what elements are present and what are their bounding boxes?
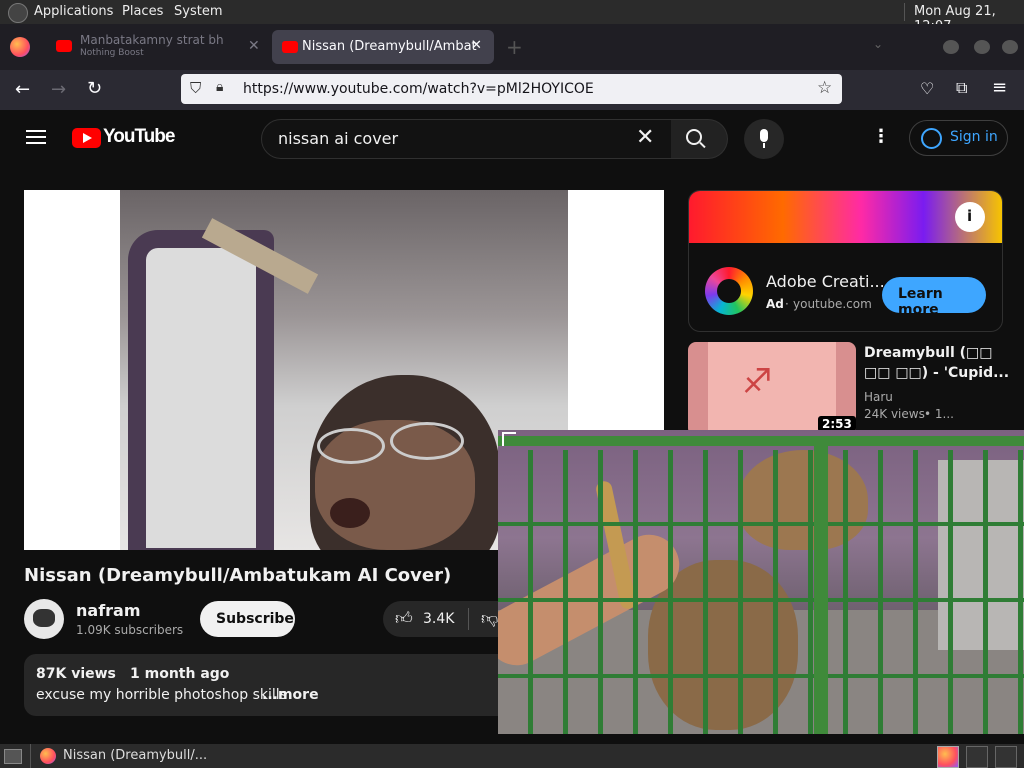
top-panel: Applications Places System Mon Aug 21, 1… bbox=[0, 0, 1024, 34]
tab-close-icon[interactable]: ✕ bbox=[471, 38, 482, 53]
close-window-icon[interactable] bbox=[1002, 40, 1018, 54]
taskbar-separator bbox=[30, 744, 31, 768]
person-mouth bbox=[330, 498, 370, 528]
tab-title: Nissan (Dreamybull/Ambat bbox=[302, 39, 477, 54]
bookmark-star-icon[interactable]: ☆ bbox=[817, 78, 832, 98]
thumbs-up-icon[interactable]: 👍︎ bbox=[395, 608, 413, 629]
like-divider bbox=[468, 608, 469, 630]
microphone-icon bbox=[760, 129, 768, 142]
more-vert-icon[interactable]: ⋮ bbox=[872, 126, 890, 147]
cage-horizontal-bars bbox=[498, 450, 1024, 734]
recommended-thumbnail[interactable]: ♐ 2:53 bbox=[688, 342, 856, 436]
description-more-link[interactable]: ...more bbox=[262, 687, 319, 703]
learn-more-button[interactable]: Learn more bbox=[882, 277, 986, 318]
microphone-stand bbox=[763, 143, 765, 148]
workspace-3-icon[interactable] bbox=[995, 746, 1017, 768]
video-title: Nissan (Dreamybull/Ambatukam AI Cover) bbox=[24, 565, 452, 586]
resize-corner-icon[interactable] bbox=[502, 432, 516, 446]
adobe-cc-logo-icon bbox=[705, 267, 753, 315]
minimize-window-icon[interactable] bbox=[943, 40, 959, 54]
firefox-taskbar-icon bbox=[40, 748, 56, 764]
voice-search-button[interactable] bbox=[744, 119, 784, 159]
ad-dot: · bbox=[785, 297, 789, 311]
youtube-favicon-icon bbox=[56, 40, 72, 52]
show-desktop-icon[interactable] bbox=[4, 749, 22, 764]
sign-in-label: Sign in bbox=[950, 129, 998, 145]
app-menu-icon[interactable]: ≡ bbox=[992, 77, 1007, 98]
cage-door-post bbox=[814, 440, 828, 734]
hamburger-menu-icon[interactable] bbox=[26, 130, 46, 132]
ad-info-icon[interactable]: i bbox=[955, 202, 985, 232]
panel-separator bbox=[904, 3, 905, 21]
overlay-image-window[interactable] bbox=[498, 430, 1024, 734]
cage-top-bar bbox=[498, 436, 1024, 446]
tab-inactive[interactable]: Manbatakamny strat bh Nothing Boost ✕ bbox=[46, 30, 268, 64]
menu-applications[interactable]: Applications bbox=[34, 4, 113, 19]
recommended-age: • 1... bbox=[924, 407, 954, 421]
ad-card[interactable]: i Adobe Creati... Ad · youtube.com Learn… bbox=[688, 190, 1003, 332]
glasses-left bbox=[317, 428, 385, 464]
gnome-foot-icon[interactable] bbox=[8, 3, 28, 23]
ad-badge: Ad bbox=[766, 297, 784, 311]
tab-title: Manbatakamny strat bh bbox=[80, 33, 224, 47]
ad-title: Adobe Creati... bbox=[766, 272, 885, 291]
forward-arrow-icon[interactable]: → bbox=[51, 79, 66, 100]
learn-more-label: Learn more bbox=[898, 286, 943, 318]
menu-places[interactable]: Places bbox=[122, 4, 163, 19]
youtube-logo-text[interactable]: YouTube bbox=[103, 126, 175, 148]
search-icon-handle bbox=[699, 141, 706, 149]
lock-icon[interactable]: 🔒︎ bbox=[216, 79, 223, 95]
car-window bbox=[128, 230, 274, 550]
ad-source: youtube.com bbox=[793, 297, 872, 311]
workspace-2-icon[interactable] bbox=[966, 746, 988, 768]
list-tabs-icon[interactable]: ⌄ bbox=[873, 37, 883, 51]
cupid-art-icon: ♐ bbox=[742, 362, 773, 402]
search-button[interactable] bbox=[671, 119, 728, 159]
glasses-right bbox=[390, 422, 464, 460]
view-count: 87K views bbox=[36, 666, 116, 682]
new-tab-icon[interactable]: + bbox=[506, 35, 523, 59]
subscribe-label: Subscribe bbox=[216, 611, 294, 627]
url-bar[interactable]: ⛉ 🔒︎ https://www.youtube.com/watch?v=pMl… bbox=[181, 74, 842, 104]
taskbar: Nissan (Dreamybull/... bbox=[0, 744, 1024, 768]
tab-strip: Manbatakamny strat bh Nothing Boost ✕ Ni… bbox=[0, 24, 1024, 70]
search-box[interactable]: nissan ai cover ✕ bbox=[261, 119, 673, 159]
workspace-switcher-icon[interactable] bbox=[937, 746, 959, 768]
pocket-icon[interactable]: ♡ bbox=[920, 79, 934, 98]
reload-icon[interactable]: ↻ bbox=[87, 78, 102, 99]
account-icon bbox=[921, 128, 942, 149]
channel-name[interactable]: nafram bbox=[76, 601, 141, 620]
channel-avatar[interactable] bbox=[24, 599, 64, 639]
back-arrow-icon[interactable]: ← bbox=[15, 79, 30, 100]
recommended-views: 24K views bbox=[864, 407, 925, 421]
firefox-view-icon[interactable] bbox=[10, 37, 30, 57]
tab-active[interactable]: Nissan (Dreamybull/Ambat ✕ bbox=[272, 30, 494, 64]
tab-subtitle: Nothing Boost bbox=[80, 48, 144, 58]
youtube-favicon-icon bbox=[282, 41, 298, 53]
menu-system[interactable]: System bbox=[174, 4, 222, 19]
avatar-face bbox=[33, 609, 55, 627]
description-text: excuse my horrible photoshop skills bbox=[36, 687, 287, 703]
recommended-channel[interactable]: Haru bbox=[864, 390, 893, 404]
extensions-icon[interactable]: ⧉ bbox=[956, 78, 967, 98]
subscriber-count: 1.09K subscribers bbox=[76, 623, 184, 637]
thumbs-down-icon[interactable]: 👎︎ bbox=[481, 608, 498, 629]
subscribe-button[interactable]: Subscribe bbox=[200, 601, 295, 637]
sign-in-button[interactable]: Sign in bbox=[909, 120, 1008, 156]
like-count[interactable]: 3.4K bbox=[423, 611, 454, 627]
search-input[interactable]: nissan ai cover bbox=[278, 129, 398, 148]
maximize-window-icon[interactable] bbox=[974, 40, 990, 54]
recommended-title-line-2[interactable]: □□ □□) - 'Cupid... bbox=[864, 365, 1009, 381]
clear-search-icon[interactable]: ✕ bbox=[636, 125, 654, 150]
tab-close-icon[interactable]: ✕ bbox=[248, 38, 260, 54]
taskbar-window-title[interactable]: Nissan (Dreamybull/... bbox=[63, 748, 207, 763]
youtube-logo-icon[interactable] bbox=[72, 128, 101, 148]
recommended-title-line-1[interactable]: Dreamybull (□□ bbox=[864, 345, 993, 361]
shield-icon[interactable]: ⛉ bbox=[190, 79, 201, 97]
publish-date: 1 month ago bbox=[130, 666, 230, 682]
url-text[interactable]: https://www.youtube.com/watch?v=pMl2HOYI… bbox=[243, 81, 594, 97]
